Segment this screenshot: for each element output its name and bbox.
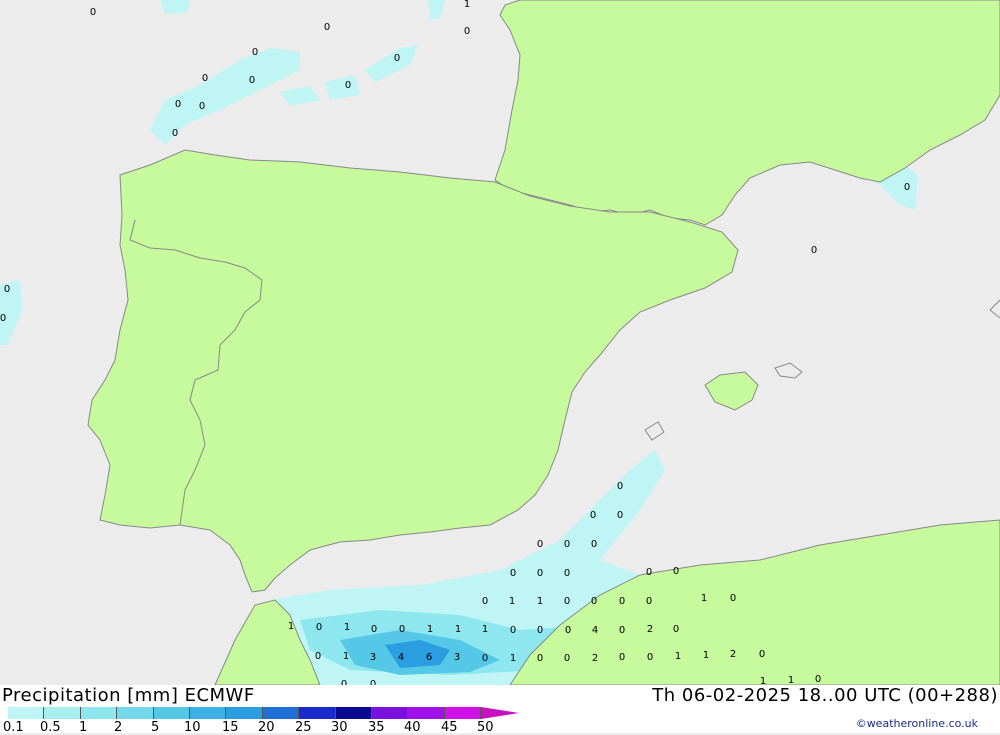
map-footer: Precipitation [mm] ECMWF Th 06-02-2025 1…	[0, 685, 1000, 735]
value-label: 0	[249, 75, 255, 86]
scale-swatch	[8, 707, 45, 719]
value-label: 1	[509, 596, 515, 607]
value-label: 1	[455, 624, 461, 635]
value-label: 1	[788, 675, 794, 685]
value-label: 0	[617, 481, 623, 492]
value-label: 1	[760, 676, 766, 685]
value-label: 0	[316, 622, 322, 633]
value-label: 0	[537, 539, 543, 550]
scale-swatch	[44, 707, 81, 719]
value-label: 0	[811, 245, 817, 256]
value-label: 0	[324, 22, 330, 33]
value-label: 0	[464, 26, 470, 37]
value-label: 0	[591, 596, 597, 607]
value-label: 0	[510, 625, 516, 636]
scale-swatch	[371, 707, 409, 719]
value-label: 0	[537, 653, 543, 664]
value-label: 0	[564, 539, 570, 550]
value-label: 1	[537, 596, 543, 607]
value-label: 6	[426, 652, 432, 663]
value-label: 0	[619, 625, 625, 636]
scale-swatch	[408, 707, 445, 719]
value-label: 0	[371, 624, 377, 635]
value-label: 0	[4, 284, 10, 295]
value-label: 1	[288, 621, 294, 632]
value-label: 0	[904, 182, 910, 193]
value-label: 0	[617, 510, 623, 521]
value-label: 0	[564, 653, 570, 664]
value-label: 1	[464, 0, 470, 10]
value-label: 0	[394, 53, 400, 64]
scale-swatch	[299, 707, 336, 719]
map-title: Precipitation [mm] ECMWF	[2, 685, 255, 706]
value-label: 1	[343, 651, 349, 662]
color-scale-bar	[8, 707, 520, 719]
value-label: 1	[510, 653, 516, 664]
value-label: 0	[565, 625, 571, 636]
value-label: 0	[673, 566, 679, 577]
value-label: 0	[647, 652, 653, 663]
value-label: 0	[591, 539, 597, 550]
color-scale-labels: 0.1 0.5 1 2 5 10 15 20 25 30 35 40 45 50	[0, 720, 520, 735]
value-label: 0	[399, 624, 405, 635]
value-label: 1	[344, 622, 350, 633]
value-label: 0	[646, 596, 652, 607]
credit-link[interactable]: ©weatheronline.co.uk	[856, 717, 978, 730]
value-label: 2	[592, 653, 598, 664]
value-label: 1	[482, 624, 488, 635]
scale-swatch	[117, 707, 154, 719]
scale-swatch	[153, 707, 190, 719]
scale-swatch	[335, 707, 372, 719]
value-label: 0	[759, 649, 765, 660]
value-label: 0	[564, 568, 570, 579]
value-label: 0	[510, 568, 516, 579]
value-label: 3	[370, 652, 376, 663]
value-label: 0	[590, 510, 596, 521]
value-label: 0	[252, 47, 258, 58]
value-label: 0	[646, 567, 652, 578]
value-label: 2	[730, 649, 736, 660]
value-label: 0	[537, 625, 543, 636]
value-label: 0	[482, 596, 488, 607]
value-label: 4	[592, 625, 598, 636]
value-label: 1	[427, 624, 433, 635]
scale-swatch	[80, 707, 118, 719]
value-label: 0	[564, 596, 570, 607]
value-label: 1	[701, 593, 707, 604]
value-label: 1	[675, 651, 681, 662]
value-label: 4	[398, 652, 404, 663]
value-label: 0	[619, 596, 625, 607]
value-label: 0	[673, 624, 679, 635]
value-label: 0	[199, 101, 205, 112]
value-label: 0	[202, 73, 208, 84]
scale-swatch	[444, 707, 482, 719]
value-label: 3	[454, 652, 460, 663]
scale-arrow	[481, 707, 520, 719]
value-label: 0	[537, 568, 543, 579]
forecast-datetime: Th 06-02-2025 18..00 UTC (00+288)	[652, 685, 998, 706]
scale-swatch	[189, 707, 227, 719]
scale-swatch	[226, 707, 263, 719]
value-label: 0	[730, 593, 736, 604]
value-label: 0	[315, 651, 321, 662]
value-label: 0	[172, 128, 178, 139]
value-label: 0	[482, 653, 488, 664]
value-label: 0	[90, 7, 96, 18]
value-label: 0	[619, 652, 625, 663]
scale-swatch	[262, 707, 300, 719]
value-label: 0	[815, 674, 821, 685]
value-label: 0	[175, 99, 181, 110]
value-label: 2	[647, 624, 653, 635]
value-label: 0	[345, 80, 351, 91]
precipitation-map[interactable]: 0 0 0 0 0 0 0 0 0 0 1 0 0 0 0 0 0 0 0 0 …	[0, 0, 1000, 685]
value-label: 1	[703, 650, 709, 661]
value-label: 0	[0, 313, 6, 324]
